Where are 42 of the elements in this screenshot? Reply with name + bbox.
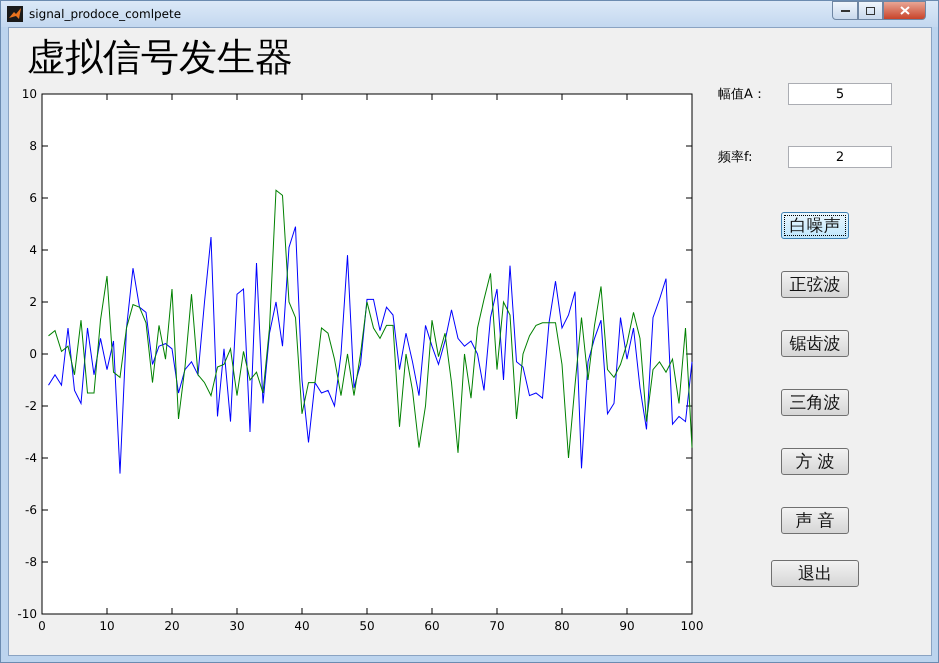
y-tick-label: -10 — [17, 607, 37, 621]
x-tick-label: 70 — [489, 619, 505, 633]
waveform-button[interactable]: 锯齿波 — [781, 330, 849, 357]
window-title: signal_prodoce_comlpete — [29, 7, 182, 21]
app-heading: 虚拟信号发生器 — [27, 34, 294, 80]
maximize-icon — [866, 6, 875, 14]
minimize-button[interactable] — [832, 1, 858, 20]
x-tick-label: 90 — [619, 619, 635, 633]
x-tick-label: 80 — [554, 619, 570, 633]
field-label: 幅值A： — [718, 86, 767, 103]
minimize-icon — [840, 8, 850, 12]
waveform-button[interactable]: 方 波 — [781, 448, 849, 475]
input-field[interactable]: 2 — [788, 146, 892, 168]
waveform-button[interactable]: 声 音 — [781, 507, 849, 534]
app-logo-icon — [7, 6, 23, 22]
input-field[interactable]: 5 — [788, 83, 892, 105]
y-tick-label: 6 — [29, 191, 37, 205]
y-tick-label: -8 — [25, 555, 37, 569]
exit-button[interactable]: 退出 — [771, 560, 859, 587]
y-tick-label: -4 — [25, 451, 37, 465]
close-button[interactable] — [883, 1, 926, 20]
x-tick-label: 0 — [38, 619, 46, 633]
close-icon — [900, 6, 910, 15]
y-tick-label: -6 — [25, 503, 37, 517]
x-tick-label: 60 — [424, 619, 440, 633]
waveform-button[interactable]: 三角波 — [781, 389, 849, 416]
waveform-button[interactable]: 正弦波 — [781, 271, 849, 298]
x-tick-label: 50 — [359, 619, 375, 633]
maximize-button[interactable] — [858, 1, 883, 20]
x-tick-label: 30 — [229, 619, 245, 633]
x-tick-label: 20 — [164, 619, 180, 633]
y-tick-label: 2 — [29, 295, 37, 309]
y-tick-label: 10 — [22, 87, 37, 101]
field-label: 频率f: — [718, 149, 754, 166]
waveform-button[interactable]: 白噪声 — [781, 212, 849, 239]
y-tick-label: -2 — [25, 399, 37, 413]
x-tick-label: 10 — [99, 619, 115, 633]
y-tick-label: 8 — [29, 139, 37, 153]
y-tick-label: 0 — [29, 347, 37, 361]
x-tick-label: 100 — [680, 619, 704, 633]
y-tick-label: 4 — [29, 243, 37, 257]
x-tick-label: 40 — [294, 619, 310, 633]
